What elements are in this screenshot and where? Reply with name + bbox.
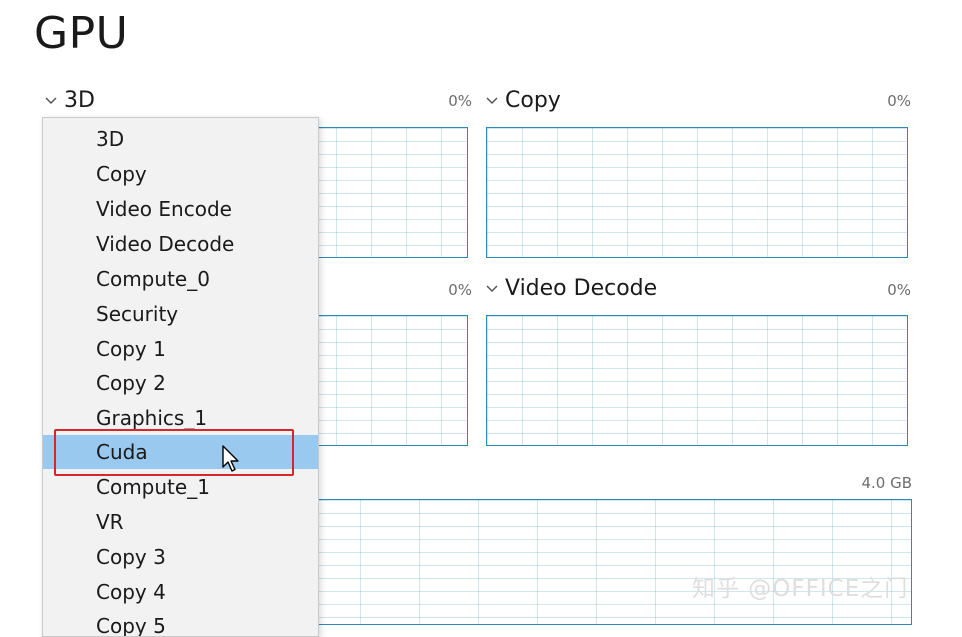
pane-percent: 0% (887, 281, 911, 299)
annotation-highlight-box (54, 429, 294, 476)
dropdown-item[interactable]: Video Decode (43, 227, 318, 261)
mouse-pointer-icon (221, 445, 241, 479)
pane-percent: 0% (448, 281, 472, 299)
page-title: GPU (34, 8, 129, 59)
pane-title: Copy (505, 88, 561, 113)
usage-graph-copy (486, 127, 908, 258)
pane-selector-video-decode[interactable]: Video Decode (485, 276, 657, 301)
dropdown-item[interactable]: Video Encode (43, 192, 318, 226)
dropdown-item[interactable]: Copy 4 (43, 575, 318, 609)
chevron-down-icon (44, 94, 58, 108)
pane-percent: 0% (887, 92, 911, 110)
pane-selector-copy[interactable]: Copy (485, 88, 561, 113)
dropdown-item[interactable]: Security (43, 297, 318, 331)
chevron-down-icon (485, 94, 499, 108)
engine-selector[interactable]: 3D (44, 88, 95, 113)
engine-selector-label: 3D (64, 88, 95, 113)
usage-graph-3d (300, 127, 468, 258)
dropdown-item[interactable]: Copy 1 (43, 332, 318, 366)
dropdown-item[interactable]: Copy (43, 157, 318, 191)
dropdown-item[interactable]: Copy 2 (43, 366, 318, 400)
usage-graph-video-encode (300, 315, 468, 446)
dropdown-item[interactable]: Copy 5 (43, 609, 318, 636)
watermark: 知乎 @OFFICE之门 (692, 576, 909, 602)
dropdown-item[interactable]: VR (43, 505, 318, 539)
dropdown-item[interactable]: Copy 3 (43, 540, 318, 574)
dropdown-item[interactable]: Compute_0 (43, 262, 318, 296)
usage-graph-video-decode (486, 315, 908, 446)
memory-capacity-label: 4.0 GB (861, 474, 912, 492)
dedicated-memory-graph (300, 499, 912, 625)
chevron-down-icon (485, 282, 499, 296)
pane-percent: 0% (448, 92, 472, 110)
engine-dropdown-menu: 3D Copy Video Encode Video Decode Comput… (42, 117, 319, 637)
pane-title: Video Decode (505, 276, 658, 301)
dropdown-item[interactable]: 3D (43, 122, 318, 156)
